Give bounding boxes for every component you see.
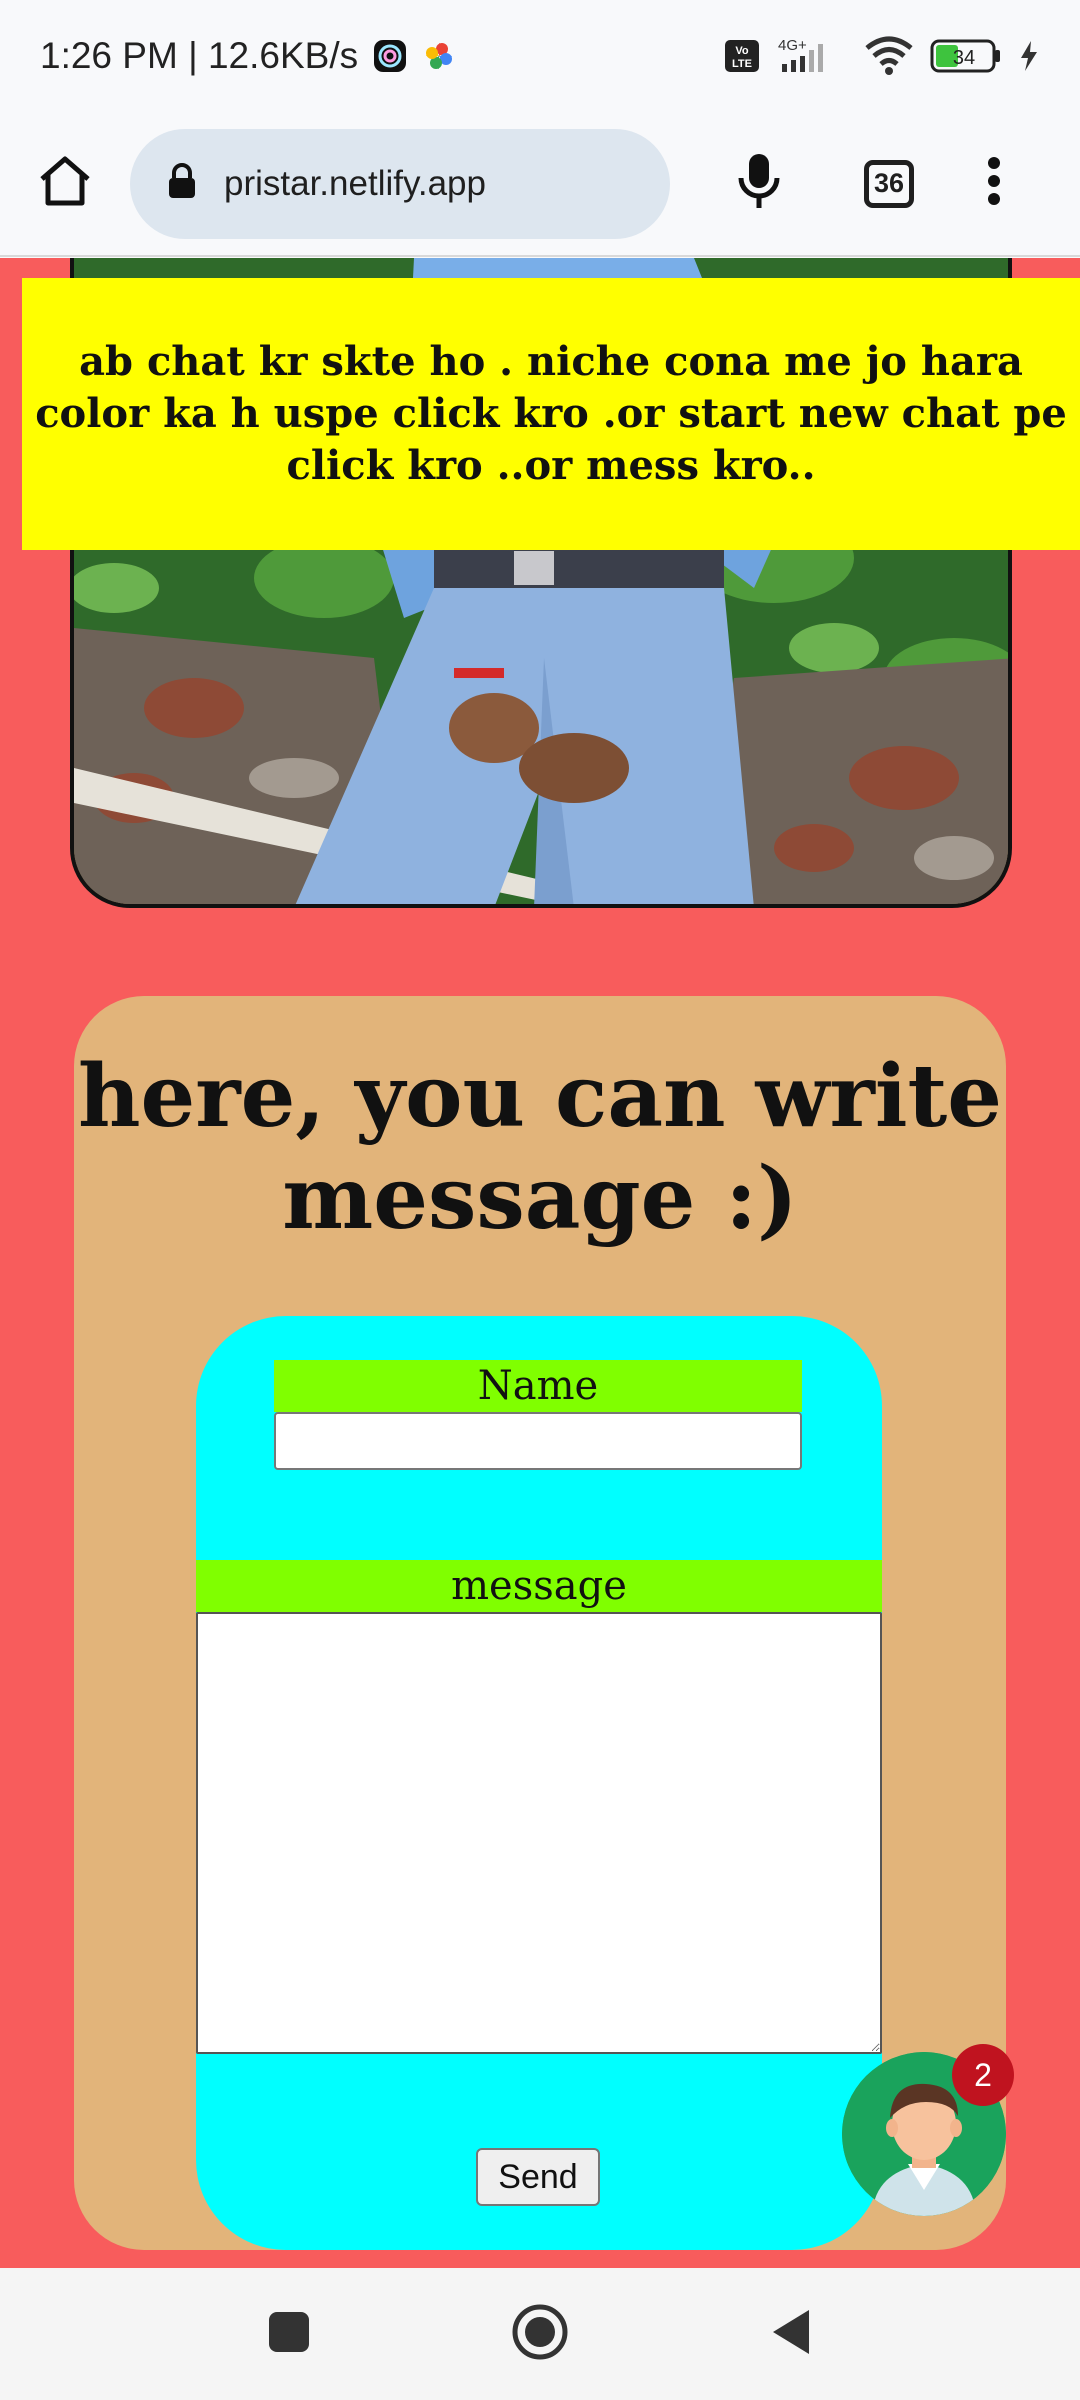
volte-icon: Vo LTE (724, 39, 760, 73)
message-label: message (196, 1560, 882, 1612)
signal-icon: 4G+ (776, 36, 848, 76)
chat-unread-badge: 2 (952, 2044, 1014, 2106)
name-label: Name (274, 1360, 802, 1412)
battery-icon: 34 (930, 38, 1002, 74)
recents-square-icon[interactable] (267, 2310, 311, 2359)
battery-level: 34 (953, 47, 975, 69)
home-circle-icon[interactable] (511, 2303, 569, 2366)
mic-icon (737, 152, 781, 215)
status-time-speed: 1:26 PM | 12.6KB/s (40, 35, 359, 76)
message-textarea[interactable] (196, 1612, 882, 2054)
tab-switcher-button[interactable]: 36 (844, 129, 934, 239)
message-heading: here, you can write message :) (78, 1046, 1002, 1249)
home-button[interactable] (0, 111, 130, 256)
voice-search-button[interactable] (714, 129, 804, 239)
lock-icon (166, 162, 198, 205)
nfc-app-icon (372, 38, 408, 74)
svg-text:LTE: LTE (732, 58, 752, 70)
address-bar[interactable]: pristar.netlify.app (130, 128, 670, 239)
send-button[interactable]: Send (476, 2148, 600, 2206)
svg-text:Vo: Vo (735, 45, 749, 57)
back-triangle-icon[interactable] (769, 2307, 813, 2362)
charging-icon (1018, 39, 1040, 73)
more-vert-icon (987, 157, 1001, 210)
network-type-label: 4G+ (778, 37, 807, 54)
url-text: pristar.netlify.app (224, 163, 486, 203)
browser-toolbar: pristar.netlify.app 36 (0, 112, 1080, 257)
status-bar: 1:26 PM | 12.6KB/s Vo LTE 4G+ 34 (0, 0, 1080, 112)
banner-text: ab chat kr skte ho . niche cona me jo ha… (35, 338, 1067, 489)
tabs-icon: 36 (864, 159, 914, 208)
photos-pinwheel-icon (422, 39, 456, 73)
name-input[interactable] (274, 1412, 802, 1470)
system-navigation-bar (0, 2268, 1080, 2400)
wifi-icon (864, 36, 914, 76)
overflow-menu-button[interactable] (964, 129, 1024, 239)
message-card: here, you can write message :) Name mess… (74, 996, 1006, 2250)
home-icon (38, 155, 92, 212)
status-right: Vo LTE 4G+ 34 (724, 36, 1040, 76)
message-form: Name message Send (196, 1316, 882, 2250)
instruction-banner: ab chat kr skte ho . niche cona me jo ha… (22, 278, 1080, 550)
status-left: 1:26 PM | 12.6KB/s (40, 35, 456, 77)
